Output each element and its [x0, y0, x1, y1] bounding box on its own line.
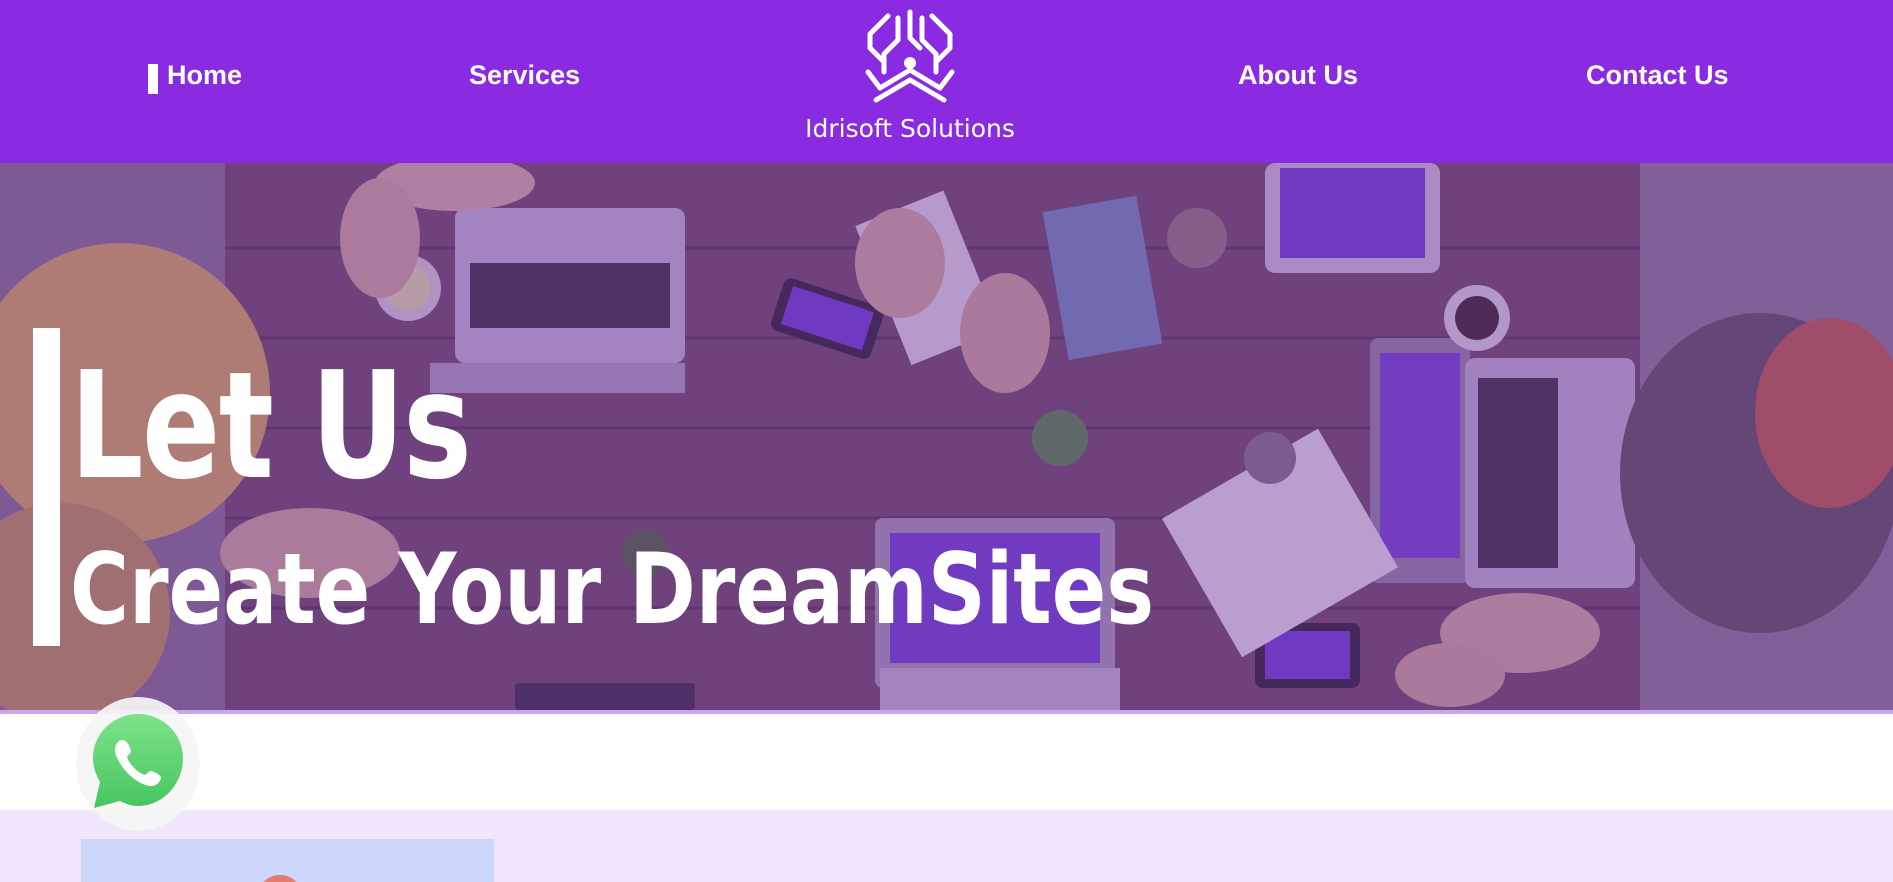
nav-contact-link[interactable]: Contact Us [1586, 60, 1729, 91]
whatsapp-button[interactable] [76, 697, 200, 831]
whatsapp-icon [93, 714, 183, 808]
hero-accent-bar [33, 328, 60, 646]
nav-services-link[interactable]: Services [469, 60, 580, 91]
hero-banner: Let Us Create Your DreamSites [0, 163, 1893, 710]
hero-subtitle: Create Your DreamSites [70, 533, 1155, 647]
card-illustration [257, 875, 303, 882]
circuit-logo-icon [865, 9, 955, 103]
active-nav-indicator [148, 64, 158, 94]
nav-home-link[interactable]: Home [167, 60, 242, 91]
hero-title: Let Us [70, 340, 472, 512]
white-spacer-section [0, 714, 1893, 810]
nav-about-link[interactable]: About Us [1238, 60, 1358, 91]
top-navigation: Home Services Idrisoft Solutions About U… [0, 0, 1893, 163]
brand-name: Idrisoft Solutions [805, 114, 1015, 143]
feature-card [81, 839, 494, 882]
brand-logo[interactable]: Idrisoft Solutions [800, 8, 1020, 154]
